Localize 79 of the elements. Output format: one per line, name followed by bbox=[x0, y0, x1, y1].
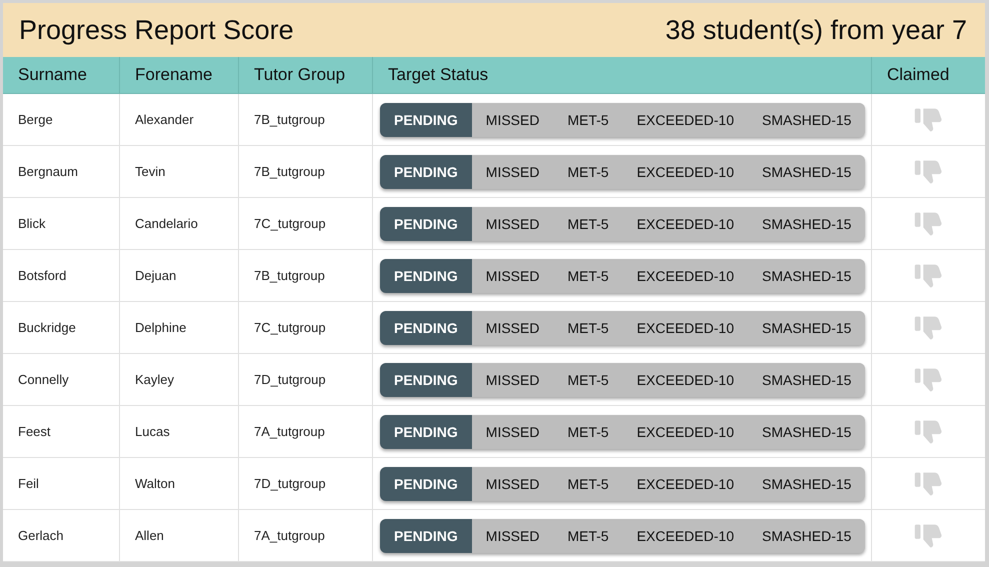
status-option[interactable]: PENDING bbox=[380, 362, 472, 396]
surname-cell: Blick bbox=[3, 198, 120, 249]
status-option[interactable]: EXCEEDED-10 bbox=[622, 310, 748, 344]
status-option[interactable]: MISSED bbox=[472, 518, 554, 552]
status-option[interactable]: MET-5 bbox=[553, 258, 623, 292]
tutor-group-cell: 7C_tutgroup bbox=[239, 302, 373, 353]
status-option[interactable]: SMASHED-15 bbox=[748, 102, 866, 136]
status-option[interactable]: SMASHED-15 bbox=[748, 154, 866, 188]
surname-cell: Berge bbox=[3, 94, 120, 145]
status-option[interactable]: EXCEEDED-10 bbox=[622, 414, 748, 448]
status-option[interactable]: EXCEEDED-10 bbox=[622, 102, 748, 136]
status-option[interactable]: PENDING bbox=[380, 102, 472, 136]
forename-cell: Lucas bbox=[120, 406, 239, 457]
status-option[interactable]: MET-5 bbox=[553, 310, 623, 344]
student-count: 38 student(s) from year 7 bbox=[665, 14, 967, 46]
tutor-group-cell: 7D_tutgroup bbox=[239, 458, 373, 509]
status-option[interactable]: SMASHED-15 bbox=[748, 258, 866, 292]
status-option[interactable]: EXCEEDED-10 bbox=[622, 206, 748, 240]
status-option[interactable]: EXCEEDED-10 bbox=[622, 518, 748, 552]
status-option[interactable]: PENDING bbox=[380, 466, 472, 500]
status-option[interactable]: SMASHED-15 bbox=[748, 310, 866, 344]
status-option[interactable]: SMASHED-15 bbox=[748, 466, 866, 500]
status-option[interactable]: PENDING bbox=[380, 258, 472, 292]
surname-cell: Botsford bbox=[3, 250, 120, 301]
status-option[interactable]: MET-5 bbox=[553, 102, 623, 136]
status-option[interactable]: SMASHED-15 bbox=[748, 206, 866, 240]
column-header: Target Status bbox=[373, 57, 872, 93]
column-header: Tutor Group bbox=[239, 57, 373, 93]
status-option[interactable]: MET-5 bbox=[553, 518, 623, 552]
status-option[interactable]: PENDING bbox=[380, 414, 472, 448]
status-option[interactable]: MISSED bbox=[472, 310, 554, 344]
surname-cell: Buckridge bbox=[3, 302, 120, 353]
forename-cell: Tevin bbox=[120, 146, 239, 197]
surname-cell: Feest bbox=[3, 406, 120, 457]
surname-cell: Feil bbox=[3, 458, 120, 509]
status-option[interactable]: MISSED bbox=[472, 414, 554, 448]
page-title: Progress Report Score bbox=[19, 14, 294, 46]
forename-cell: Delphine bbox=[120, 302, 239, 353]
tutor-group-cell: 7B_tutgroup bbox=[239, 146, 373, 197]
forename-cell: Walton bbox=[120, 458, 239, 509]
status-option[interactable]: EXCEEDED-10 bbox=[622, 258, 748, 292]
forename-cell: Dejuan bbox=[120, 250, 239, 301]
status-option[interactable]: SMASHED-15 bbox=[748, 518, 866, 552]
status-option[interactable]: MISSED bbox=[472, 102, 554, 136]
status-option[interactable]: MET-5 bbox=[553, 414, 623, 448]
forename-cell: Candelario bbox=[120, 198, 239, 249]
forename-cell: Allen bbox=[120, 510, 239, 561]
tutor-group-cell: 7D_tutgroup bbox=[239, 354, 373, 405]
column-header: Claimed bbox=[886, 64, 950, 86]
tutor-group-cell: 7A_tutgroup bbox=[239, 510, 373, 561]
status-option[interactable]: MISSED bbox=[472, 154, 554, 188]
status-option[interactable]: EXCEEDED-10 bbox=[622, 466, 748, 500]
surname-cell: Gerlach bbox=[3, 510, 120, 561]
surname-cell: Connelly bbox=[3, 354, 120, 405]
status-option[interactable]: MET-5 bbox=[553, 466, 623, 500]
status-option[interactable]: PENDING bbox=[380, 206, 472, 240]
status-option[interactable]: MISSED bbox=[472, 466, 554, 500]
surname-cell: Bergnaum bbox=[3, 146, 120, 197]
status-option[interactable]: PENDING bbox=[380, 154, 472, 188]
status-option[interactable]: PENDING bbox=[380, 518, 472, 552]
status-option[interactable]: SMASHED-15 bbox=[748, 362, 866, 396]
column-header: Surname bbox=[3, 57, 120, 93]
status-option[interactable]: MISSED bbox=[472, 258, 554, 292]
status-option[interactable]: MISSED bbox=[472, 206, 554, 240]
status-option[interactable]: SMASHED-15 bbox=[748, 414, 866, 448]
forename-cell: Alexander bbox=[120, 94, 239, 145]
status-option[interactable]: MISSED bbox=[472, 362, 554, 396]
status-option[interactable]: MET-5 bbox=[553, 362, 623, 396]
forename-cell: Kayley bbox=[120, 354, 239, 405]
tutor-group-cell: 7B_tutgroup bbox=[239, 250, 373, 301]
tutor-group-cell: 7A_tutgroup bbox=[239, 406, 373, 457]
status-option[interactable]: EXCEEDED-10 bbox=[622, 362, 748, 396]
tutor-group-cell: 7B_tutgroup bbox=[239, 94, 373, 145]
tutor-group-cell: 7C_tutgroup bbox=[239, 198, 373, 249]
column-header: Forename bbox=[120, 57, 239, 93]
status-option[interactable]: MET-5 bbox=[553, 154, 623, 188]
status-option[interactable]: PENDING bbox=[380, 310, 472, 344]
status-option[interactable]: EXCEEDED-10 bbox=[622, 154, 748, 188]
status-option[interactable]: MET-5 bbox=[553, 206, 623, 240]
